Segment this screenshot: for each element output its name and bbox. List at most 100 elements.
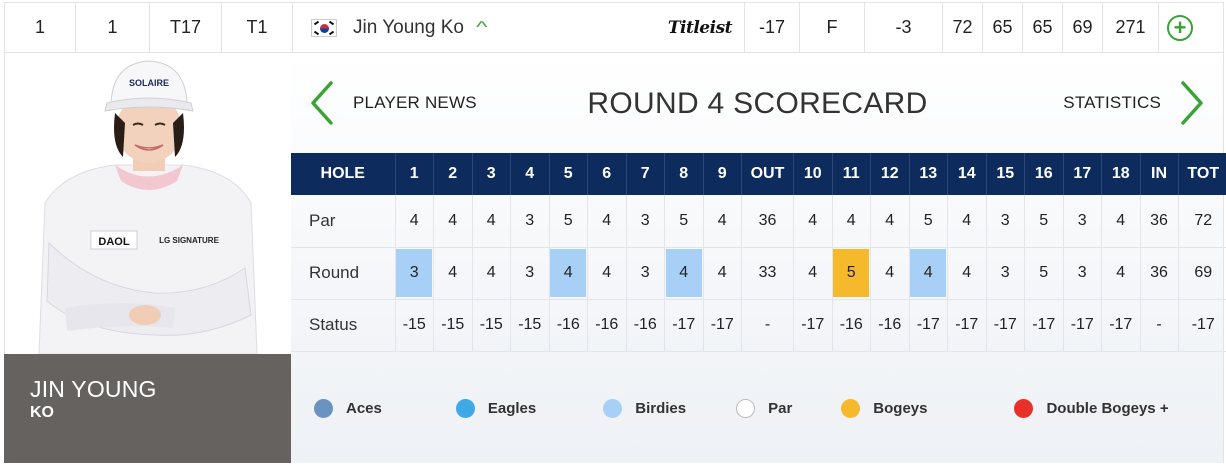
score-cell: - bbox=[741, 299, 794, 352]
score-cell: -16 bbox=[548, 299, 588, 352]
score-cell: 4 bbox=[587, 195, 626, 248]
start-position-cell: T17 bbox=[150, 3, 222, 52]
expand-cell[interactable]: + bbox=[1159, 3, 1201, 52]
hole-header-15: 15 bbox=[985, 153, 1025, 195]
cap-sponsor-logo: SOLAIRE bbox=[129, 78, 169, 88]
player-illustration: SOLAIRE DAOL LG SIGNATURE bbox=[38, 60, 258, 354]
score-cell: 5 bbox=[1024, 195, 1063, 248]
hole-header-8: 8 bbox=[664, 153, 703, 195]
row-label: Status bbox=[291, 299, 395, 352]
south-korea-flag-icon bbox=[311, 18, 337, 37]
scorecard-row-round: Round 3 4 4 3 4 4 3 4 4 33 4 5 4 4 4 3 5 3 4 36 69 bbox=[291, 247, 1226, 300]
birdie-highlight: 4 bbox=[910, 249, 947, 297]
to-par-cell: -17 bbox=[745, 3, 800, 52]
player-first-name: JIN YOUNG bbox=[30, 376, 157, 402]
hole-header-4: 4 bbox=[510, 153, 549, 195]
score-cell: -17 bbox=[908, 299, 948, 352]
row-label: Round bbox=[291, 247, 395, 300]
score-cell: 4 bbox=[870, 247, 909, 300]
legend-dot-icon bbox=[314, 399, 333, 418]
hole-header-3: 3 bbox=[471, 153, 511, 195]
chevron-right-icon[interactable] bbox=[1179, 81, 1205, 125]
thru-cell: F bbox=[800, 3, 865, 52]
row-label: Par bbox=[291, 195, 395, 248]
score-cell: 4 bbox=[793, 195, 832, 248]
legend-item-par: Par bbox=[736, 399, 792, 418]
score-cell: 5 bbox=[908, 195, 948, 248]
hole-header-9: 9 bbox=[702, 153, 742, 195]
hole-header-1: 1 bbox=[394, 153, 434, 195]
score-cell: 4 bbox=[587, 247, 626, 300]
score-cell: 4 bbox=[394, 195, 434, 248]
scorecard-table: HOLE 1 2 3 4 5 6 7 8 9 OUT 10 11 12 13 14 15 16 17 18 IN TOT … bbox=[291, 153, 1226, 352]
hole-header-2: 2 bbox=[433, 153, 472, 195]
player-name[interactable]: Jin Young Ko bbox=[353, 17, 464, 39]
score-cell: 4 bbox=[702, 195, 742, 248]
statistics-label[interactable]: STATISTICS bbox=[1063, 93, 1161, 113]
score-legend: Aces Eagles Birdies Par Bogeys Double Bogeys … bbox=[314, 399, 1169, 418]
score-cell: 5 bbox=[548, 195, 588, 248]
legend-dot-icon bbox=[841, 399, 861, 418]
score-cell: 5 bbox=[831, 247, 871, 300]
score-cell: -17 bbox=[664, 299, 703, 352]
score-cell: -17 bbox=[793, 299, 832, 352]
score-cell: - bbox=[1139, 299, 1178, 352]
birdie-highlight: 4 bbox=[665, 249, 702, 297]
round-3-cell: 65 bbox=[1023, 3, 1063, 52]
birdie-highlight: 4 bbox=[550, 249, 587, 297]
legend-item-double-bogeys: Double Bogeys + bbox=[1014, 399, 1169, 418]
hole-header-12: 12 bbox=[870, 153, 909, 195]
shirt-logo-daol: DAOL bbox=[98, 236, 129, 248]
scorecard-panel: PLAYER NEWS ROUND 4 SCORECARD STATISTICS… bbox=[291, 53, 1226, 463]
legend-label: Eagles bbox=[487, 400, 537, 417]
legend-dot-icon bbox=[736, 399, 756, 418]
score-cell: -16 bbox=[625, 299, 665, 352]
score-cell: 4 bbox=[831, 195, 871, 248]
player-name-card: JIN YOUNG KO bbox=[4, 354, 291, 463]
score-cell: 4 bbox=[870, 195, 909, 248]
legend-label: Bogeys bbox=[873, 400, 928, 417]
score-cell: 33 bbox=[741, 247, 794, 300]
score-cell: 4 bbox=[702, 247, 742, 300]
scorecard-row-status: Status -15 -15 -15 -15 -16 -16 -16 -17 -17- -17 -16… bbox=[291, 299, 1226, 352]
score-cell: 72 bbox=[1177, 195, 1226, 248]
score-cell: 4 bbox=[908, 247, 948, 300]
score-cell: 4 bbox=[793, 247, 832, 300]
hole-header-14: 14 bbox=[947, 153, 986, 195]
hole-header-7: 7 bbox=[625, 153, 665, 195]
score-cell: -17 bbox=[947, 299, 986, 352]
legend-label: Double Bogeys + bbox=[1046, 400, 1169, 417]
hole-header-11: 11 bbox=[831, 153, 871, 195]
score-cell: 36 bbox=[1139, 195, 1178, 248]
hole-header-in: IN bbox=[1139, 153, 1178, 195]
score-cell: 36 bbox=[741, 195, 794, 248]
score-cell: 36 bbox=[1139, 247, 1178, 300]
statistics-link[interactable]: STATISTICS bbox=[1063, 81, 1205, 125]
score-cell: 5 bbox=[1024, 247, 1063, 300]
score-cell: 5 bbox=[664, 195, 703, 248]
hole-header-18: 18 bbox=[1101, 153, 1140, 195]
plus-circle-icon[interactable]: + bbox=[1167, 14, 1193, 41]
score-cell: -15 bbox=[394, 299, 434, 352]
legend-dot-icon bbox=[603, 399, 623, 418]
legend-dot-icon bbox=[455, 399, 475, 418]
score-cell: -15 bbox=[510, 299, 549, 352]
score-cell: -15 bbox=[433, 299, 472, 352]
legend-label: Birdies bbox=[635, 400, 687, 417]
hole-header-5: 5 bbox=[548, 153, 588, 195]
score-cell: -16 bbox=[831, 299, 871, 352]
score-cell: 3 bbox=[1062, 195, 1102, 248]
player-cell[interactable]: Jin Young Ko ^ bbox=[293, 3, 658, 52]
total-cell: 271 bbox=[1103, 3, 1159, 52]
hole-header-17: 17 bbox=[1062, 153, 1102, 195]
position-cell: 1 bbox=[5, 3, 76, 52]
score-cell: 3 bbox=[985, 247, 1025, 300]
leaderboard-row[interactable]: 1 1 T17 T1 Jin Young Ko ^ Titleist -17 F… bbox=[4, 2, 1224, 53]
round-4-cell: 69 bbox=[1063, 3, 1103, 52]
chevron-up-icon[interactable]: ^ bbox=[476, 19, 487, 36]
score-cell: -15 bbox=[471, 299, 511, 352]
player-photo: SOLAIRE DAOL LG SIGNATURE bbox=[4, 53, 291, 354]
score-cell: -17 bbox=[1101, 299, 1140, 352]
legend-item-aces: Aces bbox=[314, 399, 382, 418]
score-cell: -17 bbox=[1024, 299, 1063, 352]
